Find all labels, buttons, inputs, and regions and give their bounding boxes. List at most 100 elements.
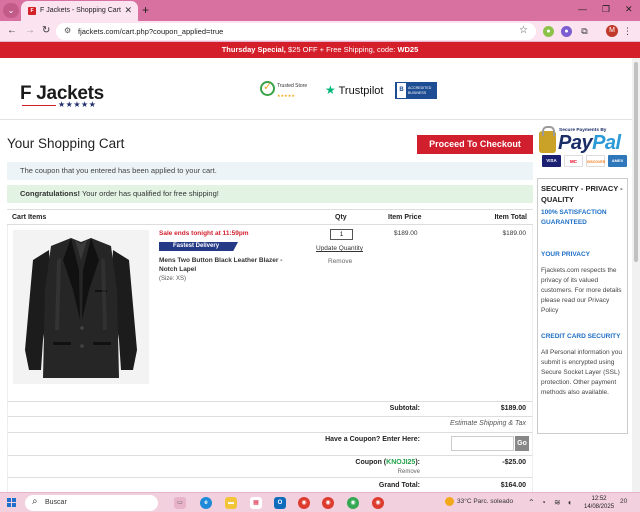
bbb-badge[interactable]: B ACCREDITED BUSINESS — [395, 82, 437, 99]
product-image[interactable] — [13, 230, 149, 384]
promo-banner: Thursday Special, $25 OFF + Free Shippin… — [0, 42, 640, 58]
weather-widget[interactable]: 33°C Parc. soleado — [445, 497, 513, 506]
bbb-icon: B — [397, 83, 406, 98]
weather-text: 33°C Parc. soleado — [457, 498, 514, 506]
start-button-icon[interactable] — [7, 498, 17, 508]
fastest-delivery-badge: Fastest Delivery — [159, 242, 238, 251]
trusted-store-label: Trusted Store — [277, 83, 308, 89]
extensions-puzzle-icon[interactable]: ⧉ — [579, 26, 590, 37]
header-qty: Qty — [335, 214, 347, 221]
clock-time: 12:52 — [591, 496, 607, 502]
estimate-shipping-link[interactable]: Estimate Shipping & Tax — [450, 420, 526, 427]
profile-avatar[interactable]: M — [606, 25, 618, 37]
free-shipping-alert: Congratulations! Your order has qualifie… — [7, 185, 533, 203]
remove-coupon-link[interactable]: Remove — [398, 469, 420, 475]
sidebar-heading: SECURITY - PRIVACY - QUALITY — [541, 184, 623, 204]
coupon-value: -$25.00 — [502, 459, 526, 466]
promo-code: WD25 — [397, 45, 419, 54]
bookmark-star-icon[interactable]: ☆ — [519, 25, 528, 36]
volume-icon[interactable]: ◖ — [567, 498, 572, 507]
close-window-icon[interactable]: ✕ — [625, 4, 633, 15]
page-scrollbar[interactable] — [632, 58, 640, 492]
product-name[interactable]: Mens Two Button Black Leather Blazer - N… — [159, 257, 299, 274]
cc-security-heading: CREDIT CARD SECURITY — [541, 333, 621, 340]
extension-icon[interactable]: ● — [561, 26, 572, 37]
scrollbar-thumb[interactable] — [634, 62, 638, 262]
taskbar-search[interactable]: ⌕ Buscar — [25, 495, 158, 511]
wifi-icon[interactable]: ≋ — [554, 498, 561, 507]
chrome-icon[interactable]: ◉ — [347, 497, 359, 509]
chrome-icon[interactable]: ◉ — [298, 497, 310, 509]
reload-icon[interactable]: ↻ — [42, 25, 50, 37]
paypal-logo: PayPal — [558, 132, 621, 154]
coupon-row: Have a Coupon? Enter Here: Go — [7, 433, 533, 456]
mastercard-icon: MC — [564, 155, 583, 167]
chrome-icon[interactable]: ◉ — [322, 497, 334, 509]
trustpilot-label: Trustpilot — [338, 85, 384, 97]
tray-chevron-icon[interactable]: ⌃ — [528, 498, 535, 507]
system-clock[interactable]: 12:52 14/08/2025 — [584, 495, 614, 511]
forward-icon[interactable]: → — [25, 25, 35, 37]
remove-item-link[interactable]: Remove — [328, 258, 352, 265]
task-view-icon[interactable]: ▭ — [174, 497, 186, 509]
restore-icon[interactable]: ❐ — [602, 4, 610, 15]
promo-bold: Thursday Special, — [221, 45, 286, 54]
chrome-icon[interactable]: ◉ — [372, 497, 384, 509]
browser-menu-icon[interactable]: ⋮ — [622, 26, 633, 37]
coupon-code: KNOJI25 — [386, 459, 416, 466]
header-cart-items: Cart Items — [12, 214, 47, 221]
estimate-row: Estimate Shipping & Tax — [7, 417, 533, 433]
item-total: $189.00 — [502, 230, 527, 237]
trustpilot-star-icon: ★ — [325, 83, 336, 97]
tab-close-icon[interactable]: ✕ — [124, 5, 132, 16]
coupon-input[interactable] — [451, 436, 514, 451]
browser-tab[interactable]: F F Jackets - Shopping Cart ✕ — [21, 1, 138, 21]
amex-icon: AMEX — [608, 155, 627, 167]
trustpilot-badge[interactable]: ★ Trustpilot — [325, 83, 383, 97]
tray-app-icon[interactable]: ◔ — [541, 498, 546, 507]
header-item-total: Item Total — [494, 214, 527, 221]
security-sidebar: SECURITY - PRIVACY - QUALITY 100% SATISF… — [537, 178, 628, 434]
coupon-go-button[interactable]: Go — [515, 436, 529, 451]
satisfaction-label: 100% SATISFACTION GUARANTEED — [541, 209, 607, 226]
privacy-text: Fjackets.com respects the privacy of its… — [541, 267, 622, 314]
url-text[interactable]: fjackets.com/cart.php?coupon_applied=tru… — [78, 27, 223, 36]
privacy-heading: YOUR PRIVACY — [541, 251, 590, 258]
tab-search-icon[interactable]: ⌄ — [3, 3, 19, 18]
alert-bold: Congratulations! — [20, 189, 80, 198]
promo-text: $25 OFF + Free Shipping, code: — [285, 45, 398, 54]
new-tab-icon[interactable]: + — [142, 3, 149, 17]
address-toolbar: ← → ↻ ⚙ fjackets.com/cart.php?coupon_app… — [0, 21, 640, 42]
site-info-icon[interactable]: ⚙ — [64, 26, 71, 35]
grand-total-label: Grand Total: — [378, 482, 420, 489]
logo-underline — [22, 105, 56, 106]
clock-date: 14/08/2025 — [584, 504, 615, 510]
sun-icon — [445, 497, 454, 506]
update-quantity-link[interactable]: Update Quantity — [316, 245, 363, 252]
bbb-line1: ACCREDITED — [408, 86, 432, 90]
product-size: (Size: XS) — [159, 276, 187, 282]
subtotal-value: $189.00 — [500, 405, 526, 412]
subtotal-row: Subtotal: $189.00 — [7, 402, 533, 417]
store-icon[interactable]: ▦ — [250, 497, 262, 509]
outlook-icon[interactable]: O — [274, 497, 286, 509]
subtotal-label: Subtotal: — [389, 405, 420, 412]
edge-icon[interactable]: e — [200, 497, 212, 509]
coupon-applied-alert: The coupon that you entered has been app… — [7, 162, 533, 180]
proceed-to-checkout-button[interactable]: Proceed To Checkout — [417, 135, 533, 154]
extension-icon[interactable]: ● — [543, 26, 554, 37]
address-bar[interactable]: ⚙ fjackets.com/cart.php?coupon_applied=t… — [56, 23, 536, 40]
trusted-store-stars: ★★★★★ — [277, 93, 295, 98]
alert-text: Your order has qualified for free shippi… — [80, 189, 219, 198]
visa-icon: VISA — [542, 155, 561, 167]
notification-count[interactable]: 20 — [620, 498, 627, 505]
sale-countdown: Sale ends tonight at 11:59pm — [159, 230, 249, 237]
taskbar-search-text: Buscar — [45, 499, 67, 506]
file-explorer-icon[interactable]: ▬ — [225, 497, 237, 509]
back-icon[interactable]: ← — [7, 25, 17, 37]
cc-security-text: All Personal information you submit is e… — [541, 349, 622, 396]
minimize-icon[interactable]: — — [578, 4, 587, 14]
grand-total-value: $164.00 — [500, 482, 526, 489]
quantity-input[interactable]: 1 — [330, 229, 353, 240]
browser-tab-bar: ⌄ F F Jackets - Shopping Cart ✕ + — ❐ ✕ — [0, 0, 640, 21]
